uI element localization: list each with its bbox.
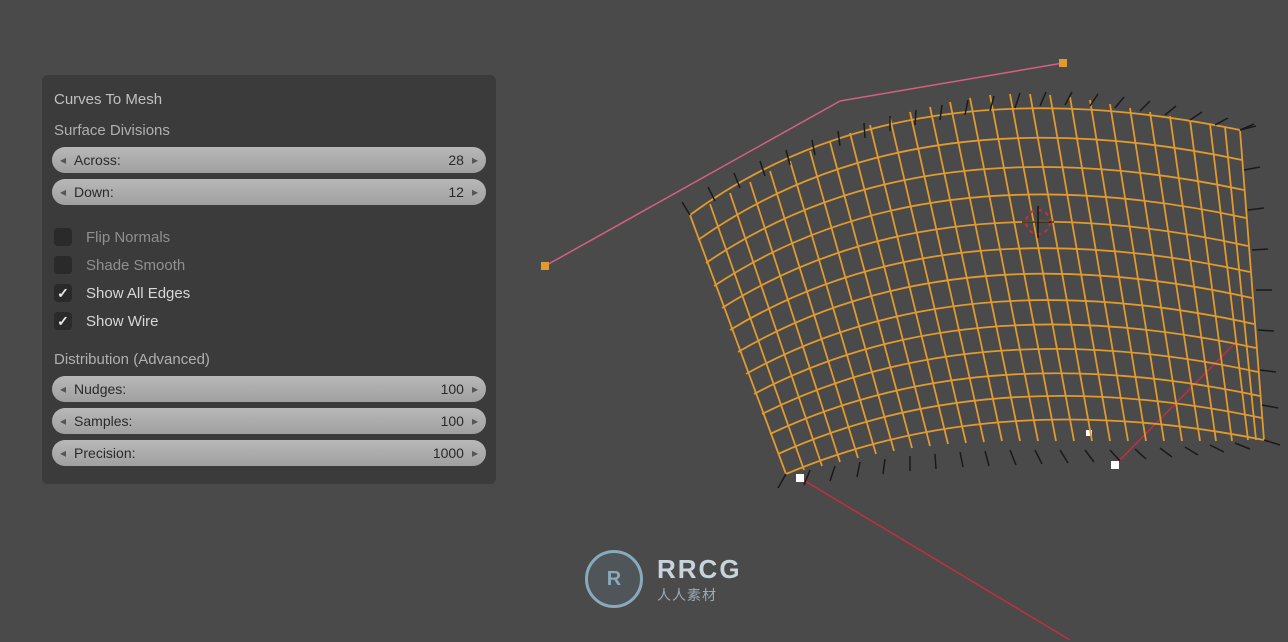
flip-normals-checkbox[interactable] bbox=[54, 228, 72, 246]
shade-smooth-row[interactable]: Shade Smooth bbox=[52, 251, 486, 279]
show-wire-label: Show Wire bbox=[86, 313, 159, 330]
across-field[interactable]: ◂ Across: 28 ▸ bbox=[52, 147, 486, 173]
surface-divisions-header: Surface Divisions bbox=[52, 118, 486, 147]
chevron-left-icon[interactable]: ◂ bbox=[58, 185, 68, 199]
control-point[interactable] bbox=[796, 474, 804, 482]
down-label: Down: bbox=[68, 184, 114, 200]
3d-viewport[interactable] bbox=[500, 0, 1288, 642]
show-wire-row[interactable]: Show Wire bbox=[52, 307, 486, 335]
precision-label: Precision: bbox=[68, 445, 135, 461]
shade-smooth-checkbox[interactable] bbox=[54, 256, 72, 274]
control-point[interactable] bbox=[541, 262, 549, 270]
samples-value: 100 bbox=[441, 413, 470, 429]
chevron-right-icon[interactable]: ▸ bbox=[470, 382, 480, 396]
3d-cursor-icon bbox=[1022, 206, 1054, 238]
curve-edge bbox=[800, 478, 1070, 640]
chevron-right-icon[interactable]: ▸ bbox=[470, 185, 480, 199]
show-all-edges-checkbox[interactable] bbox=[54, 284, 72, 302]
mesh-wireframe bbox=[690, 94, 1264, 474]
precision-field[interactable]: ◂ Precision: 1000 ▸ bbox=[52, 440, 486, 466]
distribution-header: Distribution (Advanced) bbox=[52, 347, 486, 376]
flip-normals-label: Flip Normals bbox=[86, 229, 170, 246]
chevron-right-icon[interactable]: ▸ bbox=[470, 446, 480, 460]
watermark-sub-text: 人人素材 bbox=[657, 585, 742, 605]
show-all-edges-row[interactable]: Show All Edges bbox=[52, 279, 486, 307]
show-wire-checkbox[interactable] bbox=[54, 312, 72, 330]
samples-field[interactable]: ◂ Samples: 100 ▸ bbox=[52, 408, 486, 434]
watermark-main-text: RRCG bbox=[657, 554, 742, 585]
chevron-right-icon[interactable]: ▸ bbox=[470, 414, 480, 428]
chevron-left-icon[interactable]: ◂ bbox=[58, 153, 68, 167]
chevron-left-icon[interactable]: ◂ bbox=[58, 446, 68, 460]
down-field[interactable]: ◂ Down: 12 ▸ bbox=[52, 179, 486, 205]
chevron-left-icon[interactable]: ◂ bbox=[58, 414, 68, 428]
nudges-value: 100 bbox=[441, 381, 470, 397]
precision-value: 1000 bbox=[433, 445, 470, 461]
nudges-label: Nudges: bbox=[68, 381, 126, 397]
chevron-right-icon[interactable]: ▸ bbox=[470, 153, 480, 167]
show-all-edges-label: Show All Edges bbox=[86, 285, 190, 302]
down-value: 12 bbox=[448, 184, 470, 200]
control-point[interactable] bbox=[1111, 461, 1119, 469]
panel-title: Curves To Mesh bbox=[52, 87, 486, 118]
nudges-field[interactable]: ◂ Nudges: 100 ▸ bbox=[52, 376, 486, 402]
across-value: 28 bbox=[448, 152, 470, 168]
chevron-left-icon[interactable]: ◂ bbox=[58, 382, 68, 396]
flip-normals-row[interactable]: Flip Normals bbox=[52, 223, 486, 251]
across-label: Across: bbox=[68, 152, 121, 168]
shade-smooth-label: Shade Smooth bbox=[86, 257, 185, 274]
samples-label: Samples: bbox=[68, 413, 132, 429]
operator-panel: Curves To Mesh Surface Divisions ◂ Acros… bbox=[42, 75, 496, 484]
watermark: R RRCG 人人素材 bbox=[585, 550, 742, 608]
watermark-logo-icon: R bbox=[585, 550, 643, 608]
control-point[interactable] bbox=[1059, 59, 1067, 67]
